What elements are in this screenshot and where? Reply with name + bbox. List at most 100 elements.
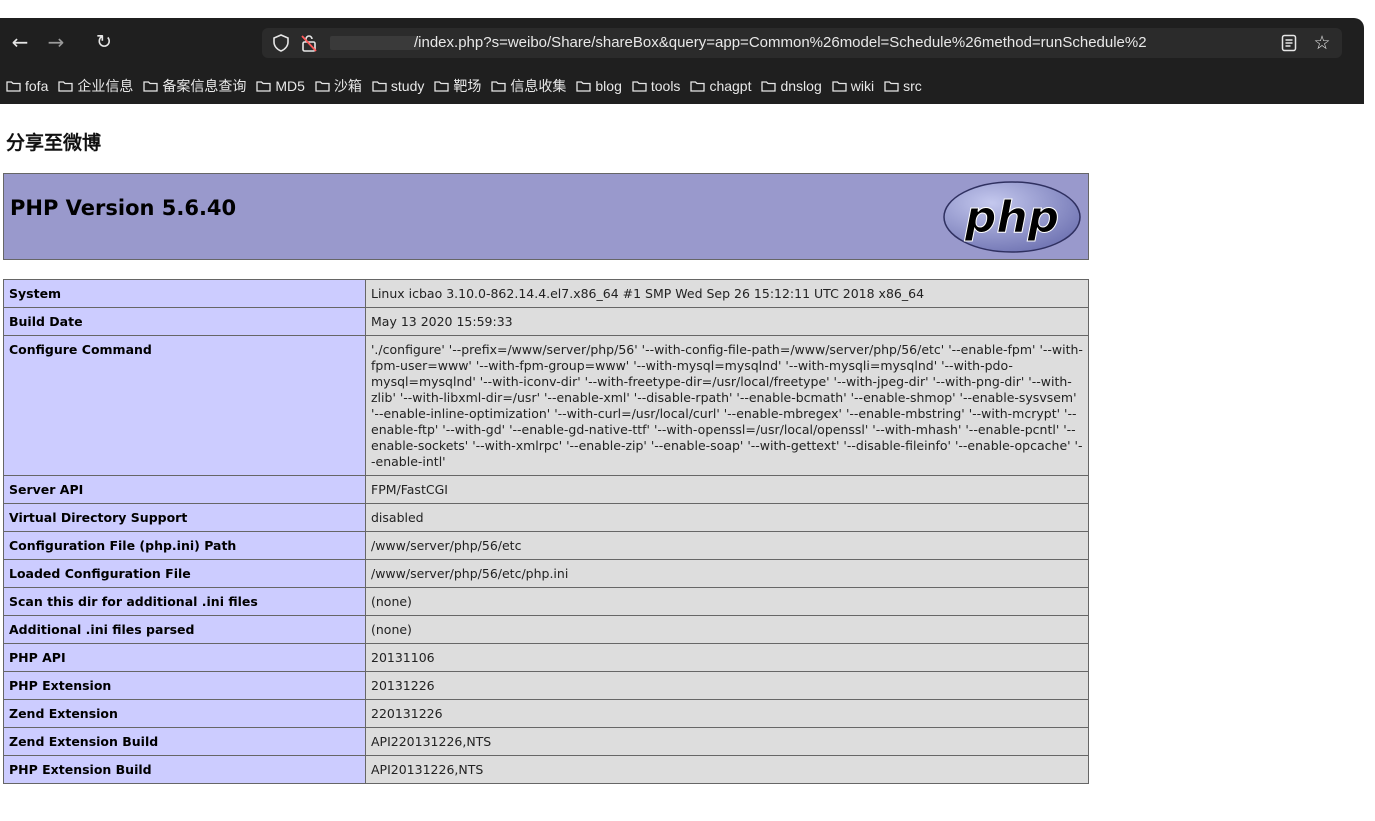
folder-icon [884,81,899,92]
bookmark-star-icon[interactable]: ☆ [1312,32,1332,54]
table-row: Server API FPM/FastCGI [3,475,1089,504]
browser-toolbar: ← → ↻ /index.php?s=weibo/Share/shareBox&… [0,18,1364,68]
folder-icon [256,81,272,92]
bookmark-label: 沙箱 [333,78,362,94]
row-value: disabled [365,503,1089,532]
bookmarks-bar: fofa 企业信息 备案信息查询 MD5 沙箱 study 靶场 信息收集 blog tools c… [0,72,1364,100]
reload-icon[interactable]: ↻ [92,30,116,54]
bookmark-label: tools [650,78,681,94]
php-version-title: PHP Version 5.6.40 [10,196,237,220]
bookmark-label: blog [595,78,622,94]
row-value: 20131226 [365,671,1089,700]
table-row: PHP Extension 20131226 [3,671,1089,700]
row-label: PHP Extension Build [3,755,366,784]
bookmark-item[interactable]: 信息收集 [491,76,566,96]
row-value: FPM/FastCGI [365,475,1089,504]
row-label: Zend Extension [3,699,366,728]
folder-icon [761,81,777,92]
bookmark-item[interactable]: MD5 [256,78,305,94]
bookmark-label: fofa [25,78,49,94]
bookmark-label: 备案信息查询 [162,78,247,94]
bookmark-item[interactable]: blog [576,78,622,94]
row-value: API20131226,NTS [365,755,1089,784]
table-row: Configure Command './configure' '--prefix… [3,335,1089,476]
shield-icon[interactable] [272,34,290,52]
php-logo-icon[interactable]: php [942,180,1082,254]
bookmark-item[interactable]: wiki [832,78,874,94]
address-bar[interactable]: /index.php?s=weibo/Share/shareBox&query=… [262,28,1342,58]
bookmark-item[interactable]: src [884,78,922,94]
row-label: Additional .ini files parsed [3,615,366,644]
bookmark-item[interactable]: 靶场 [434,76,481,96]
table-row: Configuration File (php.ini) Path/www/se… [3,531,1089,560]
bookmark-item[interactable]: 企业信息 [58,76,133,96]
row-value: 220131226 [365,699,1089,728]
redacted-host [330,36,420,50]
table-row: Loaded Configuration File/www/server/php… [3,559,1089,588]
bookmark-label: src [903,78,922,94]
row-label: Build Date [3,307,366,336]
bookmark-item[interactable]: fofa [6,78,48,94]
row-label: Zend Extension Build [3,727,366,756]
table-row: System Linux icbao 3.10.0-862.14.4.el7.x8… [3,279,1089,308]
row-value: May 13 2020 15:59:33 [365,307,1089,336]
table-row: Virtual Directory Support disabled [3,503,1089,532]
folder-icon [690,81,706,92]
folder-icon [372,81,387,92]
bookmark-item[interactable]: 备案信息查询 [143,76,246,96]
folder-icon [6,81,21,92]
row-value: /www/server/php/56/etc/php.ini [365,559,1089,588]
php-logo-text: php [964,192,1059,243]
table-row: Zend Extension Build API220131226,NTS [3,727,1089,756]
bookmark-label: study [390,78,425,94]
table-row: Scan this dir for additional .ini files(… [3,587,1089,616]
row-label: System [3,279,366,308]
bookmark-label: 企业信息 [77,78,134,94]
row-label: Server API [3,475,366,504]
browser-chrome: ← → ↻ /index.php?s=weibo/Share/shareBox&… [0,18,1364,104]
folder-icon [58,81,74,92]
table-row: PHP API 20131106 [3,643,1089,672]
row-label: Configuration File (php.ini) Path [3,531,366,560]
row-label: Configure Command [3,335,366,476]
folder-icon [434,81,450,92]
bookmark-label: MD5 [275,78,305,94]
folder-icon [315,81,330,92]
table-row: PHP Extension Build API20131226,NTS [3,755,1089,784]
table-row: Build Date May 13 2020 15:59:33 [3,307,1089,336]
row-value: 20131106 [365,643,1089,672]
php-version-header: PHP Version 5.6.40 php [3,173,1089,260]
row-label: PHP Extension [3,671,366,700]
bookmark-item[interactable]: tools [632,78,681,94]
row-value: './configure' '--prefix=/www/server/php/… [365,335,1089,476]
table-row: Additional .ini files parsed (none) [3,615,1089,644]
row-value: (none) [365,587,1089,616]
row-value: /www/server/php/56/etc [365,531,1089,560]
row-value: API220131226,NTS [365,727,1089,756]
row-label: Virtual Directory Support [3,503,366,532]
bookmark-item[interactable]: chagpt [690,78,751,94]
row-label: PHP API [3,643,366,672]
phpinfo-table: System Linux icbao 3.10.0-862.14.4.el7.x8… [3,279,1089,784]
folder-icon [832,81,847,92]
row-label: Scan this dir for additional .ini files [3,587,366,616]
folder-icon [632,81,647,92]
url-text[interactable]: /index.php?s=weibo/Share/shareBox&query=… [414,33,1274,53]
row-value: (none) [365,615,1089,644]
reader-view-icon[interactable] [1280,34,1298,52]
row-label: Loaded Configuration File [3,559,366,588]
page-title: 分享至微博 [6,132,102,154]
bookmark-label: 信息收集 [510,78,567,94]
row-value: Linux icbao 3.10.0-862.14.4.el7.x86_64 #… [365,279,1089,308]
bookmark-item[interactable]: study [372,78,424,94]
folder-icon [576,81,592,92]
forward-arrow-icon[interactable]: → [44,30,68,54]
bookmark-label: wiki [850,78,875,94]
bookmark-item[interactable]: 沙箱 [315,76,362,96]
bookmark-label: 靶场 [453,78,482,94]
bookmark-item[interactable]: dnslog [761,78,822,94]
back-arrow-icon[interactable]: ← [8,30,32,54]
folder-icon [143,81,159,92]
insecure-lock-icon[interactable] [300,33,318,53]
table-row: Zend Extension 220131226 [3,699,1089,728]
